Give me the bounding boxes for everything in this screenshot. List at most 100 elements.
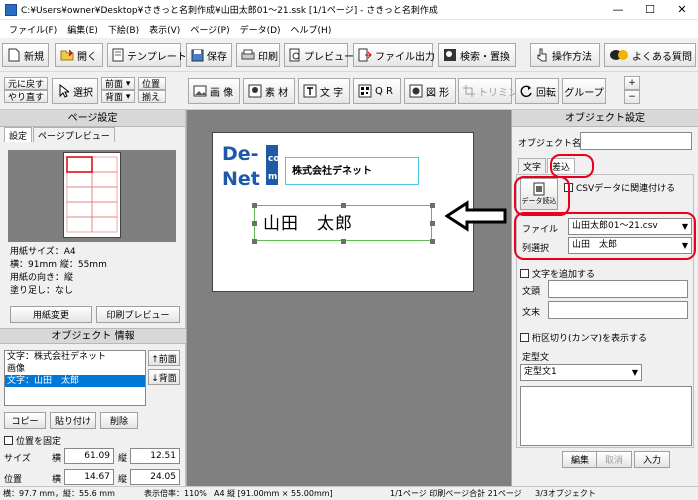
editing-canvas[interactable]: De- Net co m 株式会社デネット 山田 太郎 (186, 110, 512, 486)
qr-button[interactable]: Q R (353, 78, 401, 104)
link-csv-label: CSVデータに関連付ける (576, 184, 676, 194)
position-x-label: 横 (52, 475, 62, 485)
menu-background[interactable]: 下絵(B) (103, 23, 144, 36)
resize-handle[interactable] (252, 239, 257, 244)
redo-button[interactable]: やり直す (4, 90, 48, 103)
resize-handle[interactable] (430, 221, 435, 226)
faq-label: よくある質問 (632, 51, 692, 63)
comma-checkbox[interactable]: 桁区切り(カンマ)を表示する (520, 331, 647, 344)
status-coordinates: 横：97.7 mm，縦：55.6 mm (3, 489, 115, 498)
back-button[interactable]: 背面 ▾ (101, 90, 135, 103)
text-button[interactable]: 文 字 (298, 78, 350, 104)
prefix-input[interactable] (548, 280, 688, 298)
logo-image[interactable]: De- Net co m (221, 139, 281, 190)
open-button[interactable]: 開く (55, 43, 103, 67)
app-icon (5, 3, 17, 16)
change-paper-button[interactable]: 用紙変更 (10, 306, 92, 323)
fixed-text-area[interactable] (520, 386, 692, 446)
tab-settings[interactable]: 設定 (4, 127, 33, 142)
link-csv-checkbox[interactable]: CSVデータに関連付ける (564, 181, 675, 194)
select-button[interactable]: 選択 (52, 78, 98, 104)
object-list[interactable]: 文字：株式会社デネット 画像 文字：山田 太郎 (4, 350, 146, 406)
list-item[interactable]: 文字：株式会社デネット (5, 351, 145, 363)
maximize-button[interactable]: ☐ (634, 0, 666, 20)
shape-button[interactable]: 図 形 (404, 78, 456, 104)
tab-text[interactable]: 文字 (518, 158, 547, 173)
name-text-object[interactable]: 山田 太郎 (254, 205, 432, 241)
fixed-text-select[interactable]: 定型文1 ▼ (520, 364, 642, 381)
add-text-checkbox[interactable]: 文字を追加する (520, 267, 595, 280)
input-button[interactable]: 入力 (634, 451, 670, 468)
menu-page[interactable]: ページ(P) (185, 23, 234, 36)
group-button[interactable]: グループ (562, 78, 606, 104)
resize-handle[interactable] (430, 239, 435, 244)
material-label: 素 材 (265, 87, 289, 99)
zoom-out-icon[interactable]: − (624, 90, 640, 104)
menu-edit[interactable]: 編集(E) (62, 23, 103, 36)
search-replace-button[interactable]: 検索・置換 (438, 43, 516, 67)
list-item[interactable]: 画像 (5, 363, 145, 375)
menu-data[interactable]: データ(D) (235, 23, 286, 36)
menu-file[interactable]: ファイル(F) (4, 23, 62, 36)
print-button[interactable]: 印刷 (236, 43, 280, 67)
minimize-button[interactable]: — (602, 0, 634, 20)
paste-button[interactable]: 貼り付け (50, 412, 96, 429)
business-card[interactable]: De- Net co m 株式会社デネット 山田 太郎 (212, 132, 474, 292)
suffix-input[interactable] (548, 301, 688, 319)
page-preview-sheet (63, 152, 121, 238)
image-button[interactable]: 画 像 (188, 78, 240, 104)
add-text-label: 文字を追加する (532, 270, 596, 280)
preview-button[interactable]: プレビュー (284, 43, 354, 67)
window-title: C:¥Users¥owner¥Desktop¥さきっと名刺作成¥山田太郎01〜2… (21, 6, 438, 16)
company-text-object[interactable]: 株式会社デネット (285, 157, 419, 185)
copy-button[interactable]: コピー (4, 412, 46, 429)
delete-button[interactable]: 削除 (100, 412, 138, 429)
material-button[interactable]: 素 材 (243, 78, 295, 104)
resize-handle[interactable] (252, 221, 257, 226)
new-button[interactable]: 新規 (2, 43, 49, 67)
cancel-button[interactable]: 取消 (596, 451, 632, 468)
tab-page-preview[interactable]: ページプレビュー (33, 127, 115, 142)
bleed-info: 塗り足し：なし (10, 286, 74, 296)
print-preview-button[interactable]: 印刷プレビュー (96, 306, 180, 323)
front-button[interactable]: 前面 ▾ (101, 77, 135, 90)
file-output-button[interactable]: ファイル出力 (353, 43, 435, 67)
template-button[interactable]: テンプレート (107, 43, 187, 67)
left-panel: ページ設定 設定 ページプレビュー 用紙サイズ：A4 横：91mm 縦：55mm… (0, 110, 186, 486)
menu-view[interactable]: 表示(V) (144, 23, 185, 36)
close-button[interactable]: ✕ (666, 0, 698, 20)
preview-icon (289, 48, 301, 62)
resize-handle[interactable] (341, 239, 346, 244)
size-height-input[interactable]: 12.51 (130, 448, 180, 464)
add-text-check[interactable] (520, 269, 529, 278)
paper-size-info: 用紙サイズ：A4 (10, 247, 76, 257)
list-item-selected[interactable]: 文字：山田 太郎 (5, 375, 145, 387)
send-back-button[interactable]: ↓背面 (148, 369, 180, 385)
trimming-button[interactable]: トリミング (458, 78, 528, 104)
lock-position-checkbox[interactable]: 位置を固定 (4, 434, 61, 447)
zoom-in-icon[interactable]: + (624, 76, 640, 90)
new-label: 新規 (24, 51, 44, 63)
rotate-button[interactable]: 回転 (515, 78, 559, 104)
faq-button[interactable]: よくある質問 (604, 43, 696, 67)
resize-handle[interactable] (341, 203, 346, 208)
menu-help[interactable]: ヘルプ(H) (286, 23, 337, 36)
resize-handle[interactable] (430, 203, 435, 208)
position-x-input[interactable]: 14.67 (64, 469, 114, 485)
edit-button[interactable]: 編集 (562, 451, 598, 468)
position-y-input[interactable]: 24.05 (130, 469, 180, 485)
howto-button[interactable]: 操作方法 (530, 43, 600, 67)
bring-front-button[interactable]: ↑前面 (148, 350, 180, 366)
qa-icon (609, 48, 629, 62)
lock-position-check[interactable] (4, 436, 13, 445)
card-grid (66, 156, 118, 233)
object-name-input[interactable] (580, 132, 692, 150)
comma-check[interactable] (520, 333, 529, 342)
resize-handle[interactable] (252, 203, 257, 208)
size-width-input[interactable]: 61.09 (64, 448, 114, 464)
save-button[interactable]: 保存 (186, 43, 232, 67)
undo-button[interactable]: 元に戻す (4, 77, 48, 90)
print-label: 印刷 (258, 51, 278, 63)
template-icon (112, 48, 124, 62)
align-group[interactable]: 位置 揃え (138, 77, 166, 103)
